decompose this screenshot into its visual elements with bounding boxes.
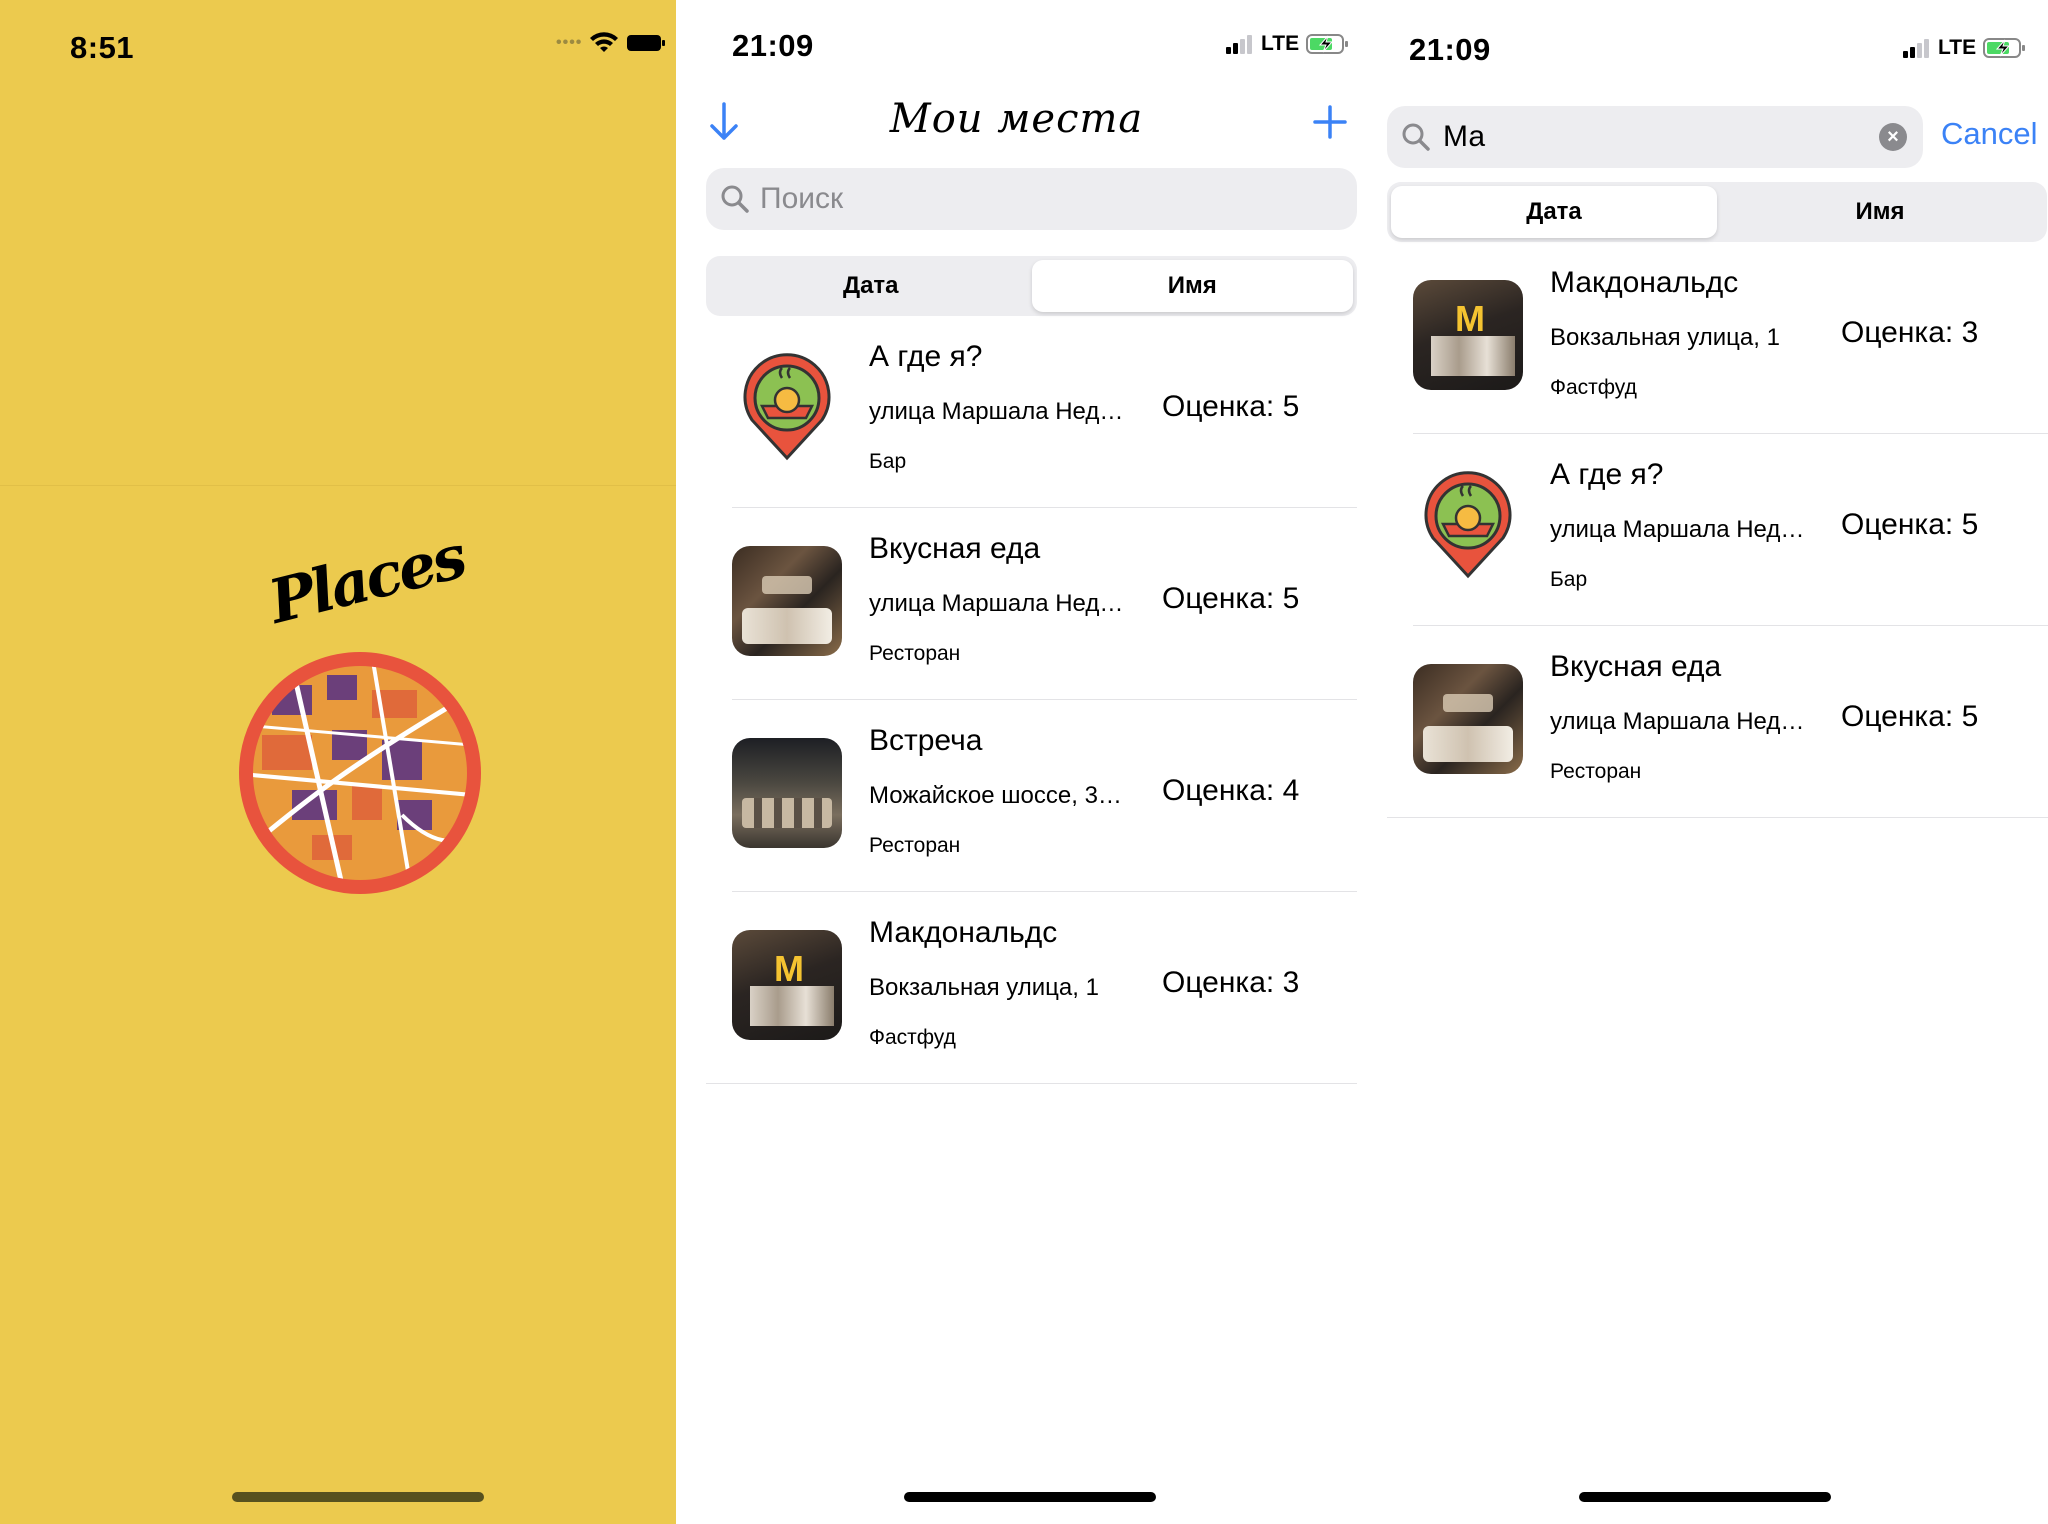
- list-item[interactable]: Вкусная еда улица Маршала Нед… Ресторан …: [1357, 626, 2048, 818]
- place-type: Ресторан: [1550, 760, 1642, 783]
- sort-segmented-control[interactable]: Дата Имя: [706, 256, 1357, 316]
- place-name: А где я?: [869, 340, 983, 373]
- home-indicator[interactable]: [232, 1492, 484, 1502]
- segment-date[interactable]: Дата: [1391, 186, 1717, 238]
- status-icons: ••••: [556, 32, 666, 54]
- place-rating: Оценка: 4: [1162, 774, 1300, 807]
- home-indicator[interactable]: [904, 1492, 1156, 1502]
- mcdonalds-photo: M: [732, 930, 842, 1040]
- divider: [0, 485, 676, 486]
- place-rating: Оценка: 5: [1841, 508, 1979, 541]
- place-address: Можайское шоссе, 3…: [869, 782, 1122, 809]
- place-rating: Оценка: 5: [1162, 390, 1300, 423]
- place-name: А где я?: [1550, 458, 1664, 491]
- search-field[interactable]: Поиск: [706, 168, 1357, 230]
- nav-title: Мои места: [889, 96, 1144, 142]
- list-item[interactable]: А где я? улица Маршала Нед… Бар Оценка: …: [676, 316, 1357, 508]
- list-item[interactable]: А где я? улица Маршала Нед… Бар Оценка: …: [1357, 434, 2048, 626]
- signal-dots-icon: ••••: [556, 34, 583, 51]
- restaurant-photo: [1413, 664, 1523, 774]
- status-time: 21:09: [732, 28, 814, 63]
- segment-name[interactable]: Имя: [1031, 260, 1353, 312]
- app-logo-text: Places: [262, 522, 471, 638]
- place-type: Бар: [1550, 568, 1588, 591]
- cancel-button[interactable]: Cancel: [1941, 116, 2038, 152]
- segment-name[interactable]: Имя: [1717, 186, 2043, 238]
- app-logo-map-icon: [239, 652, 481, 894]
- place-rating: Оценка: 5: [1162, 582, 1300, 615]
- battery-charging-icon: [1983, 38, 2026, 58]
- place-type: Бар: [869, 450, 907, 473]
- list-item[interactable]: Вкусная еда улица Маршала Нед… Ресторан …: [676, 508, 1357, 700]
- place-address: улица Маршала Нед…: [869, 398, 1124, 425]
- place-rating: Оценка: 3: [1841, 316, 1979, 349]
- network-type: LTE: [1938, 36, 1977, 59]
- mcdonalds-photo: M: [1413, 280, 1523, 390]
- place-type: Ресторан: [869, 642, 961, 665]
- status-icons: LTE: [1226, 32, 1350, 56]
- place-name: Вкусная еда: [1550, 650, 1722, 683]
- place-type: Фастфуд: [1550, 376, 1637, 399]
- place-address: Вокзальная улица, 1: [869, 974, 1099, 1001]
- places-list: А где я? улица Маршала Нед… Бар Оценка: …: [676, 316, 1357, 1084]
- search-field[interactable]: Ма ×: [1387, 106, 1923, 168]
- places-list-screen: 21:09 LTE Мои места Поиск Дата Имя А где…: [676, 0, 1357, 1524]
- search-results-screen: 21:09 LTE Ма × Cancel Дата Имя M Макдона…: [1357, 0, 2048, 1524]
- segment-date[interactable]: Дата: [710, 260, 1032, 312]
- place-rating: Оценка: 5: [1841, 700, 1979, 733]
- row-separator: [706, 1083, 1357, 1084]
- food-pin-icon: [1424, 471, 1512, 579]
- row-separator: [1387, 817, 2048, 818]
- food-pin-icon: [743, 353, 831, 461]
- search-results-list: M Макдональдс Вокзальная улица, 1 Фастфу…: [1357, 242, 2048, 818]
- sort-segmented-control[interactable]: Дата Имя: [1387, 182, 2047, 242]
- cellular-signal-icon: [1903, 39, 1929, 58]
- list-item[interactable]: Встреча Можайское шоссе, 3… Ресторан Оце…: [676, 700, 1357, 892]
- place-address: улица Маршала Нед…: [1550, 516, 1805, 543]
- status-time: 21:09: [1409, 32, 1491, 67]
- search-icon: [1402, 123, 1430, 151]
- place-name: Встреча: [869, 724, 983, 757]
- battery-icon: [627, 35, 666, 51]
- list-item[interactable]: M Макдональдс Вокзальная улица, 1 Фастфу…: [676, 892, 1357, 1084]
- cellular-signal-icon: [1226, 35, 1252, 54]
- list-item[interactable]: M Макдональдс Вокзальная улица, 1 Фастфу…: [1357, 242, 2048, 434]
- search-icon: [721, 185, 749, 213]
- place-address: Вокзальная улица, 1: [1550, 324, 1780, 351]
- status-icons: LTE: [1903, 36, 2027, 60]
- place-rating: Оценка: 3: [1162, 966, 1300, 999]
- search-placeholder: Поиск: [760, 182, 844, 215]
- place-type: Ресторан: [869, 834, 961, 857]
- restaurant-photo: [732, 546, 842, 656]
- battery-charging-icon: [1306, 34, 1349, 54]
- hall-photo: [732, 738, 842, 848]
- place-address: улица Маршала Нед…: [869, 590, 1124, 617]
- search-query: Ма: [1443, 120, 1486, 153]
- place-name: Вкусная еда: [869, 532, 1041, 565]
- place-name: Макдональдс: [869, 916, 1058, 949]
- place-type: Фастфуд: [869, 1026, 956, 1049]
- network-type: LTE: [1261, 32, 1300, 55]
- add-plus-icon[interactable]: [1312, 104, 1348, 140]
- wifi-icon: [590, 32, 619, 52]
- home-indicator[interactable]: [1579, 1492, 1831, 1502]
- clear-search-icon[interactable]: ×: [1879, 123, 1907, 151]
- splash-screen: 8:51 •••• Places: [0, 0, 676, 1524]
- place-address: улица Маршала Нед…: [1550, 708, 1805, 735]
- status-time: 8:51: [70, 30, 135, 65]
- place-name: Макдональдс: [1550, 266, 1739, 299]
